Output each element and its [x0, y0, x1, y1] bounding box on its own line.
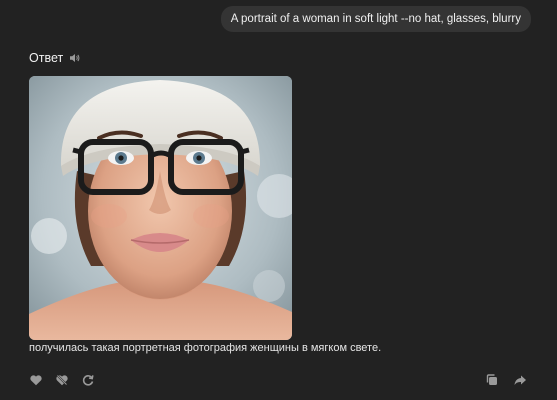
- user-message-bubble: A portrait of a woman in soft light --no…: [220, 6, 531, 32]
- share-icon[interactable]: [513, 373, 527, 387]
- refresh-icon[interactable]: [81, 373, 95, 387]
- answer-title: Ответ: [29, 51, 64, 65]
- user-message-text: A portrait of a woman in soft light --no…: [230, 13, 521, 25]
- generated-portrait-image[interactable]: [29, 76, 292, 340]
- speaker-icon[interactable]: [69, 52, 81, 64]
- answer-caption: получилась такая портретная фотография ж…: [29, 342, 382, 354]
- message-actions: [485, 373, 527, 387]
- heart-icon[interactable]: [29, 373, 43, 387]
- feedback-actions: [29, 373, 95, 387]
- copy-icon[interactable]: [485, 373, 499, 387]
- dislike-icon[interactable]: [55, 373, 69, 387]
- portrait-illustration: [29, 76, 292, 340]
- answer-header: Ответ: [29, 51, 81, 65]
